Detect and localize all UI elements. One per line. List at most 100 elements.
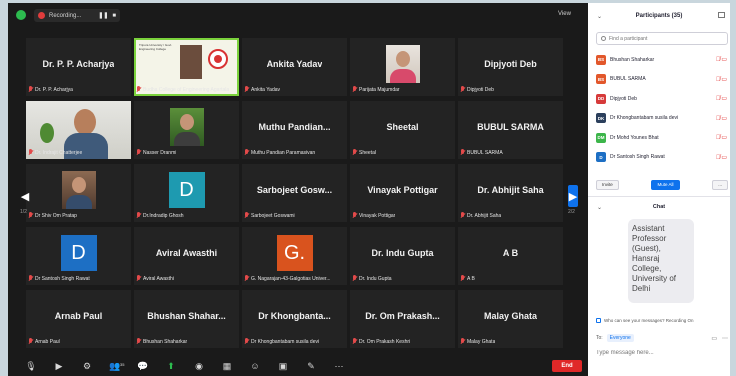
video-tile[interactable]: Dr. Indrajit Chatterjee (26, 101, 131, 159)
video-tile[interactable]: Ankita Yadav Ankita Yadav (242, 38, 347, 96)
muted-video-off-icon: 🎙̸▭ (715, 76, 728, 83)
participant-display-name: Ankita Yadav (266, 59, 323, 69)
participant-row[interactable]: BS BUBUL SARMA 🎙̸▭ (596, 70, 728, 90)
chat-message-input[interactable] (596, 347, 724, 359)
video-camera-icon[interactable]: ▶ (52, 361, 66, 371)
recipient-select[interactable]: Everyone (606, 334, 634, 342)
video-tile[interactable]: G. G. Nagarajan-43-Galgotias Univer... (242, 227, 347, 285)
participants-icon[interactable]: 👥 35 (108, 361, 124, 371)
video-tile[interactable]: A B A B (458, 227, 563, 285)
tile-center: D (134, 172, 239, 208)
more-options-button[interactable]: ... (712, 179, 728, 190)
popout-window-icon[interactable] (718, 12, 725, 18)
tile-center: D (26, 235, 131, 271)
search-input[interactable] (609, 35, 727, 42)
share-screen-icon[interactable]: ⬆ (164, 361, 178, 371)
video-tile[interactable]: Tripura University / Govt. Engineering C… (134, 38, 239, 96)
video-tile[interactable]: D Dr Santosh Singh Rawat (26, 227, 131, 285)
microphone-icon[interactable]: 🎙 (24, 361, 38, 371)
mic-muted-icon (244, 338, 249, 345)
chat-visibility-notice[interactable]: Who can see your messages? Recording On (596, 316, 730, 324)
tile-label-text: Nasser Dranmi (143, 149, 177, 156)
reactions-icon[interactable]: ☺ (248, 361, 262, 371)
mic-muted-icon (136, 275, 141, 282)
file-icon[interactable]: ▭ (711, 335, 717, 342)
participant-row[interactable]: DD Dipjyoti Deb 🎙̸▭ (596, 89, 728, 109)
record-icon[interactable]: ◉ (192, 361, 206, 371)
tile-center: Ankita Yadav (242, 46, 347, 82)
invite-button[interactable]: Invite (596, 179, 619, 190)
security-shield-icon[interactable] (16, 10, 26, 20)
participant-row[interactable]: DM Dr Mohd Younes Bhat 🎙̸▭ (596, 128, 728, 148)
to-label: To: (596, 335, 603, 341)
tile-label-text: Sheetal (359, 149, 376, 156)
participant-search[interactable] (596, 32, 728, 45)
video-tile[interactable]: Parijata Majumdar (350, 38, 455, 96)
tile-center: Dr. P. P. Acharjya (26, 46, 131, 82)
avatar: D (60, 235, 97, 271)
profile-photo (385, 45, 420, 83)
video-tile[interactable]: Dr. P. P. Acharjya Dr. P. P. Acharjya (26, 38, 131, 96)
end-meeting-button[interactable]: End (552, 360, 582, 372)
tile-label-text: Dr.Indradip Ghosh (143, 212, 184, 219)
profile-photo (61, 171, 96, 209)
mic-muted-icon (28, 86, 33, 93)
pause-recording-button[interactable]: ❚❚ (98, 12, 108, 19)
tile-name-label: Aviral Awasthi (136, 274, 174, 283)
video-tile[interactable]: Dr. Indu Gupta Dr. Indu Gupta (350, 227, 455, 285)
view-button[interactable]: View (558, 11, 571, 17)
video-tile[interactable]: Dr. Abhijit Saha Dr. Abhijit Saha (458, 164, 563, 222)
mic-muted-icon (352, 149, 357, 156)
tile-label-text: Arnab Paul (35, 338, 60, 345)
tile-label-text: Ankita Yadav (251, 86, 281, 93)
video-tile[interactable]: Dipjyoti Deb Dipjyoti Deb (458, 38, 563, 96)
previous-page-button[interactable]: ◀ (20, 185, 30, 207)
video-tile[interactable]: D Dr.Indradip Ghosh (134, 164, 239, 222)
video-tile[interactable]: Dr. Om Prakash... Dr. Om Prakash Keshri (350, 290, 455, 348)
chat-icon[interactable]: 💬 (136, 361, 150, 371)
participant-display-name: Bhushan Shahar... (147, 311, 226, 321)
whiteboard-icon[interactable]: ✎ (304, 361, 318, 371)
video-tile[interactable]: Muthu Pandian... Muthu Pandian Paramasiva… (242, 101, 347, 159)
participant-row[interactable]: DK Dr Khongbantabam susila devi 🎙̸▭ (596, 109, 728, 129)
participant-display-name: Dr. Indu Gupta (371, 248, 434, 258)
mic-muted-icon (352, 338, 357, 345)
muted-video-off-icon: 🎙̸▭ (715, 96, 728, 103)
video-tile[interactable]: Malay Ghata Malay Ghata (458, 290, 563, 348)
security-icon[interactable]: ⚙ (80, 361, 94, 371)
tile-center: Dr. Indu Gupta (350, 235, 455, 271)
mic-muted-icon (460, 338, 465, 345)
page-indicator-left: 1/2 (20, 209, 27, 215)
chat-title: Chat (652, 204, 666, 210)
stop-recording-button[interactable]: ■ (112, 13, 116, 19)
video-tile[interactable]: Arnab Paul Arnab Paul (26, 290, 131, 348)
video-tile[interactable]: Nasser Dranmi (134, 101, 239, 159)
video-tile[interactable]: Bhushan Shahar... Bhushan Shaharkar (134, 290, 239, 348)
video-tile[interactable]: Sarbojeet Gosw... Sarbojeet Goswami (242, 164, 347, 222)
tile-label-text: Aviral Awasthi (143, 275, 174, 282)
participant-row[interactable]: D Dr Santosh Singh Rawat 🎙̸▭ (596, 148, 728, 168)
participant-display-name: Dr. P. P. Acharjya (42, 59, 115, 69)
more-icon[interactable]: ⋯ (332, 361, 346, 371)
next-page-button[interactable]: ▶ (568, 185, 578, 207)
video-tile[interactable]: Aviral Awasthi Aviral Awasthi (134, 227, 239, 285)
video-tile[interactable]: Sheetal Sheetal (350, 101, 455, 159)
tile-center: Dr Khongbanta... (242, 298, 347, 334)
avatar: D (596, 152, 606, 163)
more-icon[interactable]: ⋯ (722, 335, 728, 342)
tile-label-text: Dr Santosh Singh Rawat (35, 275, 90, 282)
video-tile[interactable]: Vinayak Pottigar Vinayak Pottigar (350, 164, 455, 222)
apps-icon[interactable]: ▣ (276, 361, 290, 371)
zoom-window: Recording... ❚❚ ■ View Dr. P. P. Acharjy… (8, 3, 730, 376)
tile-label-text: Dr. Indu Gupta (359, 275, 392, 282)
page-indicator-right: 2/2 (568, 209, 575, 215)
video-tile[interactable]: Dr Shiv Om Pratap (26, 164, 131, 222)
meeting-topbar: Recording... ❚❚ ■ View (8, 3, 588, 27)
mute-all-button[interactable]: Mute All (651, 179, 680, 190)
video-tile[interactable]: BUBUL SARMA BUBUL SARMA (458, 101, 563, 159)
video-tile[interactable]: Dr Khongbanta... Dr Khongbantabam susila … (242, 290, 347, 348)
participant-row[interactable]: BS Bhushan Shaharkar 🎙̸▭ (596, 50, 728, 70)
mic-muted-icon (244, 149, 249, 156)
breakout-rooms-icon[interactable]: ▦ (220, 361, 234, 371)
tile-name-label: Dr. Indrajit Chatterjee (28, 148, 82, 157)
